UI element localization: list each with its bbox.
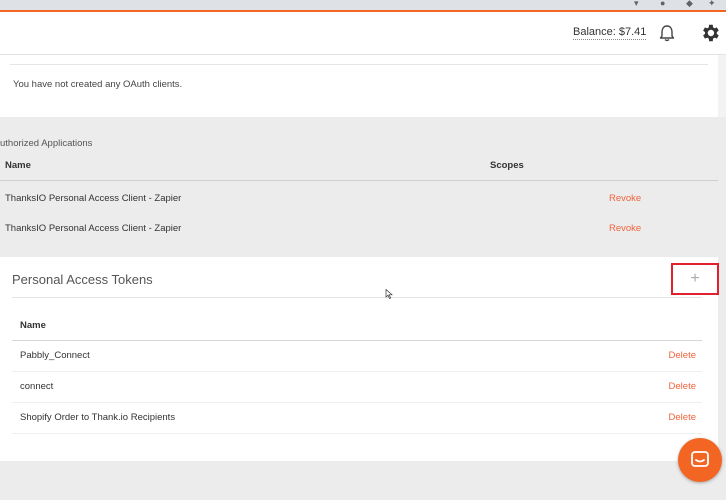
balance-link[interactable]: Balance: $7.41	[573, 26, 647, 40]
app-name: ThanksIO Personal Access Client - Zapier	[5, 193, 182, 204]
table-row: Pabbly_Connect Delete	[12, 341, 702, 372]
table-row: ThanksIO Personal Access Client - Zapier…	[0, 215, 718, 245]
delete-button[interactable]: Delete	[669, 412, 696, 423]
token-name: Pabbly_Connect	[20, 350, 90, 361]
personal-access-tokens-card: Personal Access Tokens + Name Pabbly_Con…	[0, 257, 719, 461]
column-header-name: Name	[20, 320, 46, 331]
column-header-name: Name	[5, 160, 31, 171]
chat-icon	[691, 451, 709, 467]
token-name: Shopify Order to Thank.io Recipients	[20, 412, 176, 423]
table-header-divider	[0, 180, 718, 181]
delete-button[interactable]: Delete	[669, 350, 696, 361]
gear-icon[interactable]	[699, 22, 721, 44]
revoke-button[interactable]: Revoke	[609, 223, 641, 234]
extension-icon[interactable]: ✦	[708, 0, 716, 8]
oauth-clients-card: You have not created any OAuth clients.	[0, 55, 718, 117]
add-token-button[interactable]: +	[671, 263, 719, 295]
divider	[12, 297, 702, 298]
column-header-scopes: Scopes	[490, 160, 524, 171]
mouse-cursor-icon	[385, 289, 393, 299]
table-row: ThanksIO Personal Access Client - Zapier…	[0, 185, 718, 215]
app-name: ThanksIO Personal Access Client - Zapier	[5, 223, 182, 234]
table-row: connect Delete	[12, 372, 702, 403]
extension-icon[interactable]: ◆	[686, 0, 693, 8]
table-row: Shopify Order to Thank.io Recipients Del…	[12, 403, 702, 434]
extension-icon[interactable]: ●	[660, 0, 665, 8]
bell-icon[interactable]	[657, 23, 677, 43]
revoke-button[interactable]: Revoke	[609, 193, 641, 204]
authorized-applications-title: uthorized Applications	[0, 138, 93, 149]
scrollbar[interactable]	[718, 55, 726, 117]
chat-widget-button[interactable]	[678, 438, 722, 482]
top-navbar: Balance: $7.41	[0, 12, 726, 55]
browser-toolbar-strip: ▾ ● ◆ ✦	[0, 0, 726, 10]
divider	[10, 64, 708, 65]
delete-button[interactable]: Delete	[669, 381, 696, 392]
oauth-empty-message: You have not created any OAuth clients.	[13, 79, 183, 90]
tokens-title: Personal Access Tokens	[12, 272, 153, 287]
extension-icon[interactable]: ▾	[634, 0, 639, 8]
token-name: connect	[20, 381, 54, 392]
